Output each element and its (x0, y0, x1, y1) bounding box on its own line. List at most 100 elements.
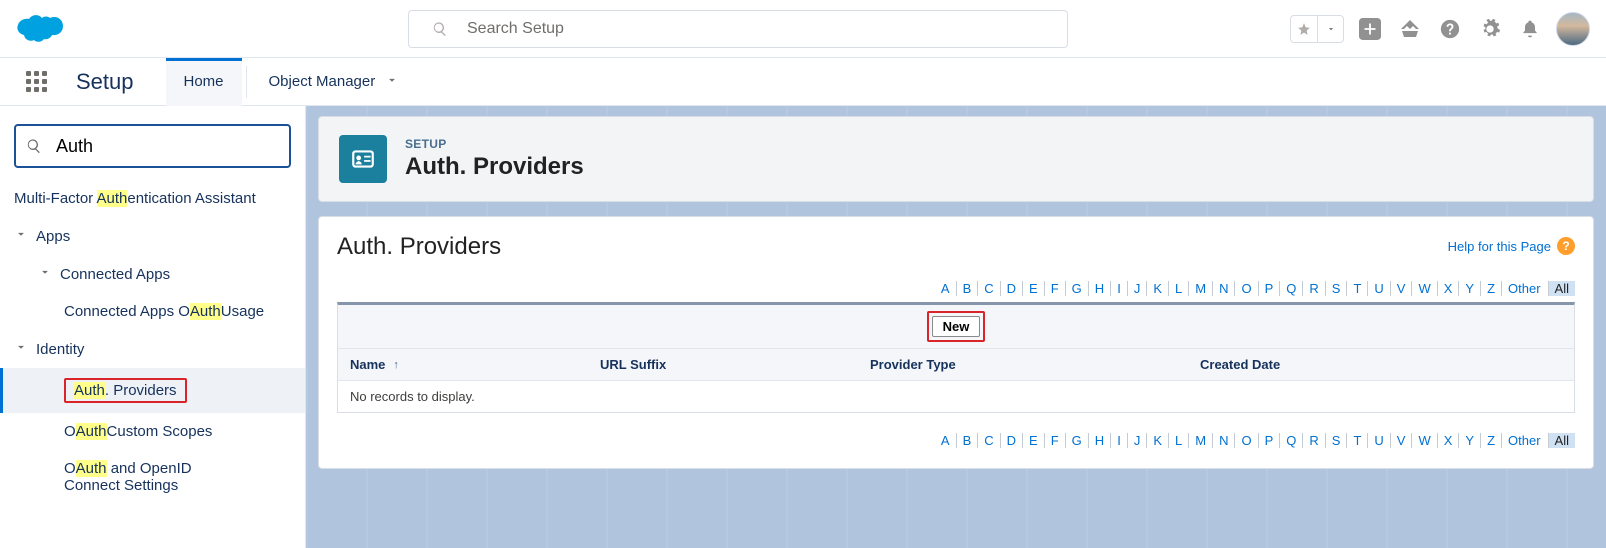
alpha-filter-i[interactable]: I (1110, 281, 1127, 296)
favorite-star-button[interactable] (1291, 16, 1317, 42)
tab-label: Object Manager (269, 73, 376, 90)
alpha-filter-m[interactable]: M (1188, 433, 1212, 448)
help-icon[interactable] (1436, 15, 1464, 43)
quick-find-input[interactable] (14, 124, 291, 168)
sidebar-item-oauth-custom-scopes[interactable]: OAuth Custom Scopes (0, 413, 305, 450)
alpha-filter-g[interactable]: G (1065, 281, 1088, 296)
label-post: . Providers (105, 382, 177, 399)
alpha-filter-l[interactable]: L (1168, 281, 1188, 296)
alpha-filter-p[interactable]: P (1258, 433, 1280, 448)
global-search-input[interactable] (408, 10, 1068, 48)
notifications-bell-icon[interactable] (1516, 15, 1544, 43)
alpha-filter-d[interactable]: D (1000, 281, 1022, 296)
body: Multi-Factor Authentication Assistant Ap… (0, 106, 1606, 548)
alpha-filter-k[interactable]: K (1146, 433, 1168, 448)
help-for-page-link[interactable]: Help for this Page ? (1448, 237, 1575, 255)
alpha-filter-w[interactable]: W (1411, 433, 1436, 448)
alpha-filter-r[interactable]: R (1302, 433, 1324, 448)
alpha-filter-y[interactable]: Y (1458, 281, 1480, 296)
alpha-filter-i[interactable]: I (1110, 433, 1127, 448)
trailhead-icon[interactable] (1396, 15, 1424, 43)
alpha-filter-h[interactable]: H (1088, 281, 1110, 296)
alpha-filter-n[interactable]: N (1212, 281, 1234, 296)
alpha-filter-w[interactable]: W (1411, 281, 1436, 296)
sidebar-node-connected-apps[interactable]: Connected Apps (0, 255, 305, 293)
alpha-filter-all[interactable]: All (1548, 433, 1575, 448)
page-header-text: SETUP Auth. Providers (405, 137, 584, 181)
alpha-filter-u[interactable]: U (1367, 433, 1389, 448)
alpha-filter-v[interactable]: V (1390, 281, 1412, 296)
alpha-filter-p[interactable]: P (1258, 281, 1280, 296)
col-header-provider-type[interactable]: Provider Type (858, 349, 1188, 380)
alpha-filter-y[interactable]: Y (1458, 433, 1480, 448)
grid-header-row: Name ↑ URL Suffix Provider Type Created … (338, 349, 1574, 381)
panel-header: Auth. Providers Help for this Page ? (337, 233, 1575, 261)
app-launcher-icon[interactable] (26, 71, 48, 93)
add-button[interactable] (1356, 15, 1384, 43)
alpha-filter-v[interactable]: V (1390, 433, 1412, 448)
sidebar-item-mfa-assistant[interactable]: Multi-Factor Authentication Assistant (0, 180, 305, 217)
alpha-filter-q[interactable]: Q (1279, 433, 1302, 448)
alpha-filter-e[interactable]: E (1022, 281, 1044, 296)
alpha-filter-x[interactable]: X (1437, 281, 1459, 296)
col-header-name[interactable]: Name ↑ (338, 349, 588, 380)
new-button[interactable]: New (932, 316, 981, 337)
alpha-filter-m[interactable]: M (1188, 281, 1212, 296)
alpha-filter-j[interactable]: J (1127, 433, 1147, 448)
alpha-filter-j[interactable]: J (1127, 281, 1147, 296)
alpha-filter-h[interactable]: H (1088, 433, 1110, 448)
alpha-filter-c[interactable]: C (977, 433, 999, 448)
alpha-filter-f[interactable]: F (1044, 281, 1065, 296)
alpha-filter-z[interactable]: Z (1480, 281, 1501, 296)
setup-gear-icon[interactable] (1476, 15, 1504, 43)
favorite-dropdown-button[interactable] (1317, 16, 1343, 42)
alpha-filter-z[interactable]: Z (1480, 433, 1501, 448)
sidebar-node-identity[interactable]: Identity (0, 330, 305, 368)
label-highlight: Auth (76, 423, 107, 440)
alpha-filter-d[interactable]: D (1000, 433, 1022, 448)
sidebar-item-auth-providers[interactable]: Auth. Providers (0, 368, 305, 413)
alpha-filter-t[interactable]: T (1346, 281, 1367, 296)
alpha-filter-all[interactable]: All (1548, 281, 1575, 296)
context-bar: Setup Home Object Manager (0, 58, 1606, 106)
alpha-filter-t[interactable]: T (1346, 433, 1367, 448)
alpha-filter-x[interactable]: X (1437, 433, 1459, 448)
sidebar-item-connected-apps-oauth-usage[interactable]: Connected Apps OAuth Usage (0, 293, 305, 330)
alpha-filter-n[interactable]: N (1212, 433, 1234, 448)
alpha-filter-q[interactable]: Q (1279, 281, 1302, 296)
alpha-filter-o[interactable]: O (1234, 281, 1257, 296)
col-header-created-date[interactable]: Created Date (1188, 349, 1574, 380)
tab-label: Home (184, 73, 224, 90)
alpha-filter-a[interactable]: A (935, 281, 956, 296)
alpha-filter-other[interactable]: Other (1501, 281, 1547, 296)
label-pre: Multi-Factor (14, 190, 97, 207)
alpha-filter-o[interactable]: O (1234, 433, 1257, 448)
tab-object-manager[interactable]: Object Manager (251, 58, 418, 106)
highlight-annotation: Auth. Providers (64, 378, 187, 403)
label-post: entication Assistant (127, 190, 255, 207)
user-avatar[interactable] (1556, 12, 1590, 46)
alpha-filter-r[interactable]: R (1302, 281, 1324, 296)
alpha-filter-f[interactable]: F (1044, 433, 1065, 448)
quick-find-wrap (14, 124, 291, 168)
alpha-filter-u[interactable]: U (1367, 281, 1389, 296)
sidebar-node-apps[interactable]: Apps (0, 217, 305, 255)
alpha-filter-s[interactable]: S (1325, 281, 1347, 296)
alpha-filter-b[interactable]: B (956, 433, 978, 448)
alpha-filter-c[interactable]: C (977, 281, 999, 296)
alpha-filter-e[interactable]: E (1022, 433, 1044, 448)
alpha-filter-g[interactable]: G (1065, 433, 1088, 448)
search-icon (26, 138, 42, 157)
tab-home[interactable]: Home (166, 58, 242, 106)
alpha-filter-s[interactable]: S (1325, 433, 1347, 448)
alpha-filter-k[interactable]: K (1146, 281, 1168, 296)
sidebar-item-label: Identity (36, 341, 84, 358)
col-header-url-suffix[interactable]: URL Suffix (588, 349, 858, 380)
alpha-filter-b[interactable]: B (956, 281, 978, 296)
sidebar-item-oauth-oidc-settings[interactable]: OAuth and OpenID Connect Settings (0, 450, 230, 504)
alpha-filter-a[interactable]: A (935, 433, 956, 448)
main-content: SETUP Auth. Providers Auth. Providers He… (306, 106, 1606, 548)
alpha-filter-l[interactable]: L (1168, 433, 1188, 448)
help-link-text: Help for this Page (1448, 239, 1551, 254)
alpha-filter-other[interactable]: Other (1501, 433, 1547, 448)
